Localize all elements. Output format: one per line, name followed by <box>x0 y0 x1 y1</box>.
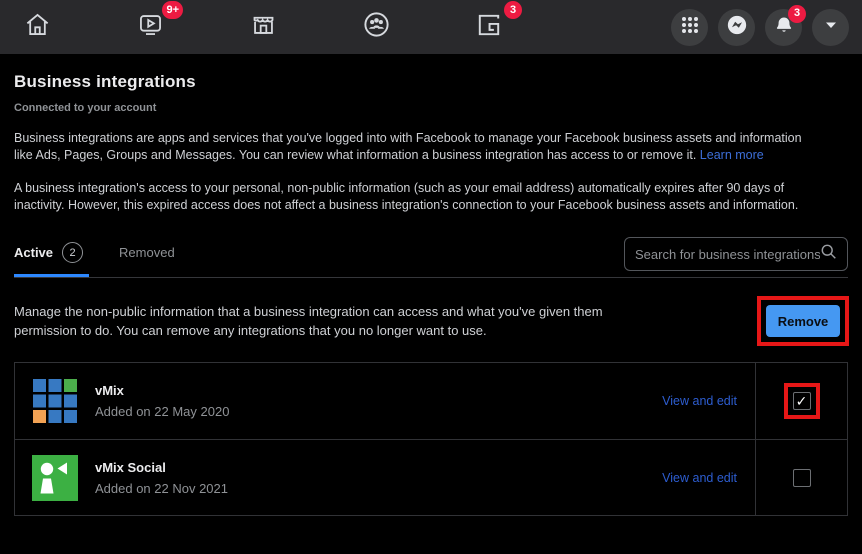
table-row-vmix: vMix Added on 22 May 2020 View and edit … <box>15 363 847 439</box>
gaming-badge: 3 <box>504 1 522 19</box>
gaming-icon <box>476 12 502 43</box>
tabs-row: Active 2 Removed <box>14 232 848 278</box>
business-integrations-page: Business integrations Connected to your … <box>0 72 862 516</box>
remove-button-wrap: Remove <box>766 305 840 337</box>
checkbox-wrap: ✓ <box>793 469 811 487</box>
menu-grid-icon <box>681 16 699 39</box>
notifications-button[interactable]: 3 <box>765 9 802 46</box>
page-title: Business integrations <box>14 72 848 92</box>
search-icon <box>820 243 837 265</box>
nav-left-tabs: 9+ 3 <box>13 3 513 51</box>
remove-button[interactable]: Remove <box>766 305 840 337</box>
learn-more-link[interactable]: Learn more <box>700 148 764 162</box>
app-name: vMix Social <box>95 460 662 475</box>
account-caret-icon <box>823 17 839 38</box>
tab-active-count-badge: 2 <box>62 242 83 263</box>
account-menu-button[interactable] <box>812 9 849 46</box>
intro-paragraph-1: Business integrations are apps and servi… <box>14 130 848 164</box>
tab-active-label: Active <box>14 245 53 260</box>
notifications-badge: 3 <box>788 5 806 23</box>
intro-paragraph-2: A business integration's access to your … <box>14 180 848 214</box>
messenger-button[interactable] <box>718 9 755 46</box>
nav-tab-watch[interactable]: 9+ <box>126 3 174 51</box>
app-added-date: Added on 22 Nov 2021 <box>95 481 662 496</box>
tab-removed[interactable]: Removed <box>119 232 175 277</box>
tabs: Active 2 Removed <box>14 232 211 277</box>
tab-removed-label: Removed <box>119 245 175 260</box>
intro-paragraph-1-text: Business integrations are apps and servi… <box>14 131 802 162</box>
marketplace-icon <box>250 11 277 43</box>
page-subtitle: Connected to your account <box>14 102 848 114</box>
checkbox-cell: ✓ <box>755 440 847 515</box>
watch-badge: 9+ <box>162 1 183 19</box>
manage-description: Manage the non-public information that a… <box>14 302 603 340</box>
nav-tab-gaming[interactable]: 3 <box>465 3 513 51</box>
search-box <box>624 237 848 271</box>
watch-icon <box>137 11 164 43</box>
app-meta: vMix Social Added on 22 Nov 2021 <box>95 460 662 496</box>
row-checkbox[interactable]: ✓ <box>793 392 811 410</box>
app-meta: vMix Added on 22 May 2020 <box>95 383 662 419</box>
tab-active[interactable]: Active 2 <box>14 232 83 277</box>
vmix-social-icon <box>32 455 78 501</box>
nav-tab-marketplace[interactable] <box>239 3 287 51</box>
checkbox-wrap: ✓ <box>793 392 811 410</box>
view-and-edit-link[interactable]: View and edit <box>662 394 737 408</box>
app-added-date: Added on 22 May 2020 <box>95 404 662 419</box>
home-icon <box>24 11 51 43</box>
table-row-vmix-social: vMix Social Added on 22 Nov 2021 View an… <box>15 439 847 515</box>
manage-row: Manage the non-public information that a… <box>14 302 848 340</box>
row-checkbox[interactable]: ✓ <box>793 469 811 487</box>
nav-right-actions: 3 <box>671 9 849 46</box>
nav-tab-home[interactable] <box>13 3 61 51</box>
integrations-table: vMix Added on 22 May 2020 View and edit … <box>14 362 848 516</box>
vmix-grid-icon <box>32 378 78 424</box>
nav-tab-groups[interactable] <box>352 3 400 51</box>
top-nav: 9+ 3 <box>0 0 862 54</box>
checkbox-cell: ✓ <box>755 363 847 439</box>
messenger-icon <box>726 14 748 41</box>
view-and-edit-link[interactable]: View and edit <box>662 471 737 485</box>
groups-icon <box>362 10 391 44</box>
menu-button[interactable] <box>671 9 708 46</box>
app-name: vMix <box>95 383 662 398</box>
search-input[interactable] <box>635 247 820 262</box>
